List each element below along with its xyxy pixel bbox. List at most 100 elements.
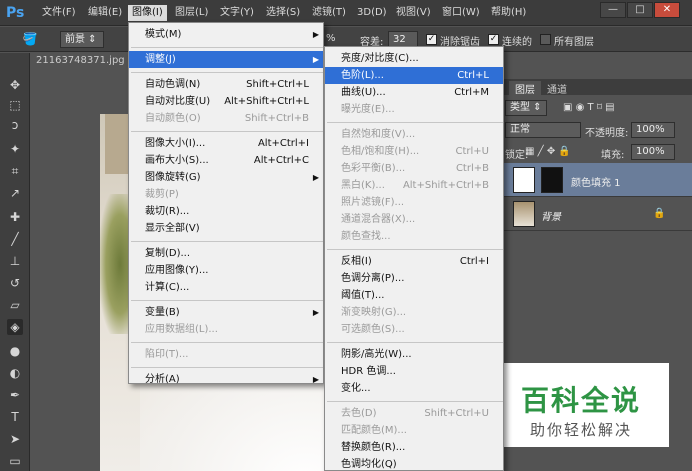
menu-item-label: 计算(C)... bbox=[145, 282, 190, 293]
menu-item-hdr-色调[interactable]: HDR 色调... bbox=[325, 363, 503, 380]
minimize-button[interactable]: — bbox=[600, 2, 626, 18]
tab-layers[interactable]: 图层 bbox=[509, 81, 541, 96]
menu-item-裁剪[interactable]: 裁剪(P) bbox=[129, 186, 323, 203]
contiguous-checkbox[interactable]: ✓ bbox=[488, 34, 499, 45]
crop-tool-icon[interactable]: ⌗ bbox=[7, 163, 23, 179]
brush-tool-icon[interactable]: ╱ bbox=[7, 231, 23, 247]
marquee-tool-icon[interactable]: ⬚ bbox=[7, 97, 23, 113]
eyedropper-icon[interactable]: ↗ bbox=[7, 185, 23, 201]
menu-item-黑白[interactable]: 黑白(K)... Alt+Shift+Ctrl+B bbox=[325, 177, 503, 194]
menu-item-变量[interactable]: 变量(B) ▶ bbox=[129, 304, 323, 321]
menu-item-可选颜色[interactable]: 可选颜色(S)... bbox=[325, 321, 503, 338]
antialias-checkbox[interactable]: ✓ bbox=[426, 34, 437, 45]
menu-3d[interactable]: 3D(D) bbox=[353, 5, 391, 21]
lock-icons[interactable]: ▦ ╱ ✥ 🔒 bbox=[525, 146, 571, 157]
stamp-tool-icon[interactable]: ⊥ bbox=[7, 253, 23, 269]
path-select-icon[interactable]: ➤ bbox=[7, 431, 23, 447]
shape-tool-icon[interactable]: ▭ bbox=[7, 453, 23, 469]
eraser-tool-icon[interactable]: ▱ bbox=[7, 297, 23, 313]
menu-item-应用图像[interactable]: 应用图像(Y)... bbox=[129, 262, 323, 279]
menu-item-shortcut: Ctrl+L bbox=[457, 70, 489, 81]
paint-bucket-tool-icon[interactable]: ◈ bbox=[7, 319, 23, 335]
filter-icons[interactable]: ▣ ◉ T ⌑ ▤ bbox=[563, 102, 615, 113]
menu-item-渐变映射[interactable]: 渐变映射(G)... bbox=[325, 304, 503, 321]
menu-item-shortcut: Alt+Ctrl+C bbox=[253, 155, 309, 166]
menu-item-色彩平衡[interactable]: 色彩平衡(B)... Ctrl+B bbox=[325, 160, 503, 177]
menu-item-label: 应用数据组(L)... bbox=[145, 324, 218, 335]
menu-item-色调分离[interactable]: 色调分离(P)... bbox=[325, 270, 503, 287]
menu-item-色相-饱和度[interactable]: 色相/饱和度(H)... Ctrl+U bbox=[325, 143, 503, 160]
opacity-input[interactable]: 100% bbox=[631, 122, 675, 138]
menu-item-曲线[interactable]: 曲线(U)... Ctrl+M bbox=[325, 84, 503, 101]
menu-item-模式[interactable]: 模式(M) ▶ bbox=[129, 26, 323, 43]
menu-item-label: 黑白(K)... bbox=[341, 180, 385, 191]
lasso-tool-icon[interactable]: ↄ bbox=[7, 117, 23, 133]
layer-row-background[interactable]: 背景 🔒 bbox=[501, 197, 692, 231]
menu-window[interactable]: 窗口(W) bbox=[438, 5, 484, 21]
menu-layer[interactable]: 图层(L) bbox=[171, 5, 212, 21]
menu-item-去色[interactable]: 去色(D) Shift+Ctrl+U bbox=[325, 405, 503, 422]
menu-item-颜色查找[interactable]: 颜色查找... bbox=[325, 228, 503, 245]
healing-brush-icon[interactable]: ✚ bbox=[7, 209, 23, 225]
menu-item-应用数据组[interactable]: 应用数据组(L)... bbox=[129, 321, 323, 338]
menu-item-画布大小[interactable]: 画布大小(S)... Alt+Ctrl+C bbox=[129, 152, 323, 169]
blend-mode-select[interactable]: 正常 bbox=[505, 122, 581, 138]
background-detail bbox=[105, 114, 130, 174]
menu-help[interactable]: 帮助(H) bbox=[487, 5, 530, 21]
submenu-arrow-icon: ▶ bbox=[312, 375, 319, 384]
menu-item-阴影-高光[interactable]: 阴影/高光(W)... bbox=[325, 346, 503, 363]
menu-item-自动颜色[interactable]: 自动颜色(O) Shift+Ctrl+B bbox=[129, 110, 323, 127]
layer-row-color-fill[interactable]: 颜色填充 1 bbox=[501, 163, 692, 197]
paint-bucket-icon[interactable]: 🪣 bbox=[22, 31, 38, 47]
fill-input[interactable]: 100% bbox=[631, 144, 675, 160]
menu-item-陷印[interactable]: 陷印(T)... bbox=[129, 346, 323, 363]
menu-item-图像旋转[interactable]: 图像旋转(G) ▶ bbox=[129, 169, 323, 186]
all-layers-checkbox[interactable] bbox=[540, 34, 551, 45]
menu-item-裁切[interactable]: 裁切(R)... bbox=[129, 203, 323, 220]
menu-item-替换颜色[interactable]: 替换颜色(R)... bbox=[325, 439, 503, 456]
menu-item-显示全部[interactable]: 显示全部(V) bbox=[129, 220, 323, 237]
blur-tool-icon[interactable]: ● bbox=[7, 343, 23, 359]
menu-filter[interactable]: 滤镜(T) bbox=[308, 5, 350, 21]
dodge-tool-icon[interactable]: ◐ bbox=[7, 365, 23, 381]
menu-item-照片滤镜[interactable]: 照片滤镜(F)... bbox=[325, 194, 503, 211]
layer-kind-select[interactable]: 类型 ⇕ bbox=[505, 100, 547, 116]
maximize-button[interactable]: □ bbox=[627, 2, 653, 18]
menu-select[interactable]: 选择(S) bbox=[262, 5, 304, 21]
menu-edit[interactable]: 编辑(E) bbox=[84, 5, 126, 21]
move-tool-icon[interactable]: ✥ bbox=[7, 77, 23, 93]
watermark: 百科全说 助你轻松解决 bbox=[493, 363, 669, 447]
menu-file[interactable]: 文件(F) bbox=[38, 5, 80, 21]
tab-channels[interactable]: 通道 bbox=[541, 81, 573, 96]
history-brush-icon[interactable]: ↺ bbox=[7, 275, 23, 291]
menu-item-shortcut: Ctrl+M bbox=[454, 87, 489, 98]
menu-item-自然饱和度[interactable]: 自然饱和度(V)... bbox=[325, 126, 503, 143]
menu-item-分析[interactable]: 分析(A) ▶ bbox=[129, 371, 323, 388]
menu-item-label: 自动颜色(O) bbox=[145, 113, 201, 124]
document-tab[interactable]: 21163748371.jpg bbox=[36, 55, 125, 66]
menu-item-阈值[interactable]: 阈值(T)... bbox=[325, 287, 503, 304]
menu-type[interactable]: 文字(Y) bbox=[216, 5, 258, 21]
menu-item-色阶[interactable]: 色阶(L)... Ctrl+L bbox=[325, 67, 503, 84]
menu-image[interactable]: 图像(I) bbox=[128, 5, 167, 21]
menu-item-计算[interactable]: 计算(C)... bbox=[129, 279, 323, 296]
menu-item-反相[interactable]: 反相(I) Ctrl+I bbox=[325, 253, 503, 270]
menu-item-自动色调[interactable]: 自动色调(N) Shift+Ctrl+L bbox=[129, 76, 323, 93]
close-button[interactable]: ✕ bbox=[654, 2, 680, 18]
menu-item-匹配颜色[interactable]: 匹配颜色(M)... bbox=[325, 422, 503, 439]
menu-item-通道混合器[interactable]: 通道混合器(X)... bbox=[325, 211, 503, 228]
type-tool-icon[interactable]: T bbox=[7, 409, 23, 425]
menu-item-变化[interactable]: 变化... bbox=[325, 380, 503, 397]
menu-item-图像大小[interactable]: 图像大小(I)... Alt+Ctrl+I bbox=[129, 135, 323, 152]
menu-separator bbox=[131, 241, 323, 242]
menu-item-曝光度[interactable]: 曝光度(E)... bbox=[325, 101, 503, 118]
fill-source-select[interactable]: 前景 ⇕ bbox=[60, 31, 104, 48]
pen-tool-icon[interactable]: ✒ bbox=[7, 387, 23, 403]
menu-item-亮度-对比度[interactable]: 亮度/对比度(C)... bbox=[325, 50, 503, 67]
menu-view[interactable]: 视图(V) bbox=[392, 5, 435, 21]
magic-wand-icon[interactable]: ✦ bbox=[7, 141, 23, 157]
menu-item-复制[interactable]: 复制(D)... bbox=[129, 245, 323, 262]
menu-item-自动对比度[interactable]: 自动对比度(U) Alt+Shift+Ctrl+L bbox=[129, 93, 323, 110]
menu-item-调整[interactable]: 调整(J) ▶ bbox=[129, 51, 323, 68]
menu-item-色调均化[interactable]: 色调均化(Q) bbox=[325, 456, 503, 471]
